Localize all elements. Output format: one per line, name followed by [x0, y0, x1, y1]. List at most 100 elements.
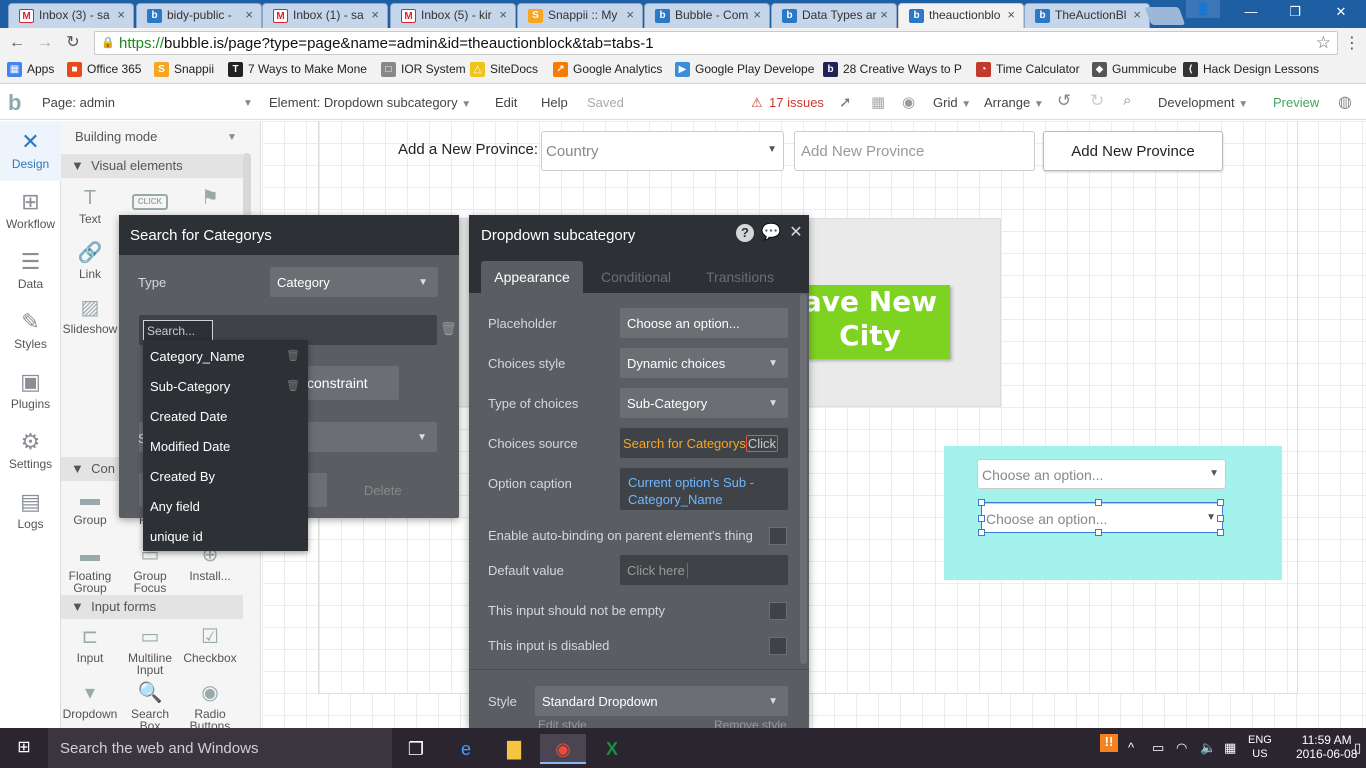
add-province-button[interactable]: Add New Province [1043, 131, 1223, 171]
element-tile[interactable]: ▬ Floating Group [61, 538, 119, 594]
element-selector[interactable]: Element: Dropdown subcategory ▼ [269, 95, 471, 110]
bookmark-item[interactable]: □ IOR System [381, 62, 466, 77]
default-value-input[interactable]: Click here [620, 555, 788, 585]
help-icon[interactable]: ? [736, 224, 754, 242]
field-option[interactable]: Any field [150, 491, 300, 521]
tab-appearance[interactable]: Appearance [481, 261, 583, 293]
country-dropdown[interactable]: Country ▼ [541, 131, 784, 171]
choices-source-expression[interactable]: Search for Categorys Click [620, 428, 788, 458]
bookmark-item[interactable]: T 7 Ways to Make Mone [228, 62, 367, 77]
bookmark-item[interactable]: ⟨ Hack Design Lessons [1183, 62, 1319, 77]
option-caption-expression[interactable]: Current option's Sub - Category_Name [620, 468, 788, 510]
element-tile[interactable]: ⊏ Input [61, 620, 119, 676]
visual-elements-section[interactable]: ▼ Visual elements [61, 154, 243, 178]
tab-transitions[interactable]: Transitions [697, 261, 783, 293]
edit-menu[interactable]: Edit [495, 95, 517, 110]
close-window-button[interactable]: ✕ [1318, 0, 1364, 24]
bookmark-item[interactable]: ◔ Time Calculator [976, 62, 1080, 77]
windows-start-icon[interactable]: ⊞ [0, 728, 48, 768]
resize-handle[interactable] [978, 529, 985, 536]
tab-workflow[interactable]: ⊞ Workflow [0, 181, 61, 241]
remove-style-link[interactable]: Remove style [714, 718, 787, 728]
issues-link[interactable]: 17 issues [769, 95, 824, 110]
province-input[interactable]: Add New Province [794, 131, 1035, 171]
bookmark-star-icon[interactable]: ☆ [1316, 33, 1331, 53]
clock[interactable]: 11:59 AM 2016-06-08 [1296, 733, 1357, 761]
element-tile[interactable]: ▭ Multiline Input [121, 620, 179, 676]
browser-tab[interactable]: b TheAuctionBl × [1024, 3, 1150, 28]
help-menu[interactable]: Help [541, 95, 568, 110]
file-explorer-icon[interactable]: ▇ [491, 734, 537, 764]
browser-menu-icon[interactable]: ⋮ [1344, 33, 1360, 53]
placeholder-input[interactable]: Choose an option... [620, 308, 788, 338]
choices-source-click[interactable]: Click [745, 435, 779, 452]
action-center-icon[interactable]: ▯ [1354, 740, 1361, 756]
delete-button[interactable]: Delete [364, 483, 402, 498]
bookmark-item[interactable]: ◆ Gummicube [1092, 62, 1177, 77]
windows-search-box[interactable]: Search the web and Windows [48, 728, 392, 768]
trash-icon[interactable]: 🗑 [286, 349, 300, 362]
arrange-menu[interactable]: Arrange ▼ [984, 95, 1044, 110]
eye-icon[interactable]: ◉ [902, 93, 915, 111]
browser-tab[interactable]: b Bubble - Com × [644, 3, 770, 28]
choices-style-select[interactable]: Dynamic choices ▼ [620, 348, 788, 378]
resize-handle[interactable] [1217, 499, 1224, 506]
resize-handle[interactable] [1217, 529, 1224, 536]
field-option[interactable]: Created Date [150, 401, 300, 431]
reload-icon[interactable]: ↻ [62, 33, 84, 53]
redo-icon[interactable]: ↻ [1090, 91, 1104, 111]
tab-logs[interactable]: ▤ Logs [0, 481, 61, 541]
tab-plugins[interactable]: ▣ Plugins [0, 361, 61, 421]
url-input[interactable]: 🔒 https://bubble.is/page?type=page&name=… [94, 31, 1338, 55]
bookmark-item[interactable]: ▦ Apps [7, 62, 54, 77]
type-of-choices-select[interactable]: Sub-Category ▼ [620, 388, 788, 418]
close-tab-icon[interactable]: × [626, 7, 634, 22]
back-icon[interactable]: ← [6, 33, 28, 53]
bubble-logo-icon[interactable]: b [8, 90, 28, 115]
edit-style-link[interactable]: Edit style [538, 718, 587, 728]
not-empty-checkbox[interactable] [769, 602, 787, 620]
save-city-button[interactable]: ave New City [790, 285, 950, 359]
edge-icon[interactable]: e [443, 734, 489, 764]
panel-scrollbar[interactable] [800, 294, 807, 664]
browser-tab[interactable]: b Data Types ar × [771, 3, 897, 28]
close-tab-icon[interactable]: × [1007, 7, 1015, 22]
version-selector[interactable]: Development ▼ [1158, 95, 1248, 110]
element-tile[interactable]: ☑ Checkbox [181, 620, 239, 676]
browser-tab[interactable]: b theauctionblo × [898, 3, 1024, 28]
trash-icon[interactable]: 🗑 [286, 379, 300, 392]
field-option[interactable]: unique id [150, 521, 300, 551]
browser-tab[interactable]: b bidy-public - × [136, 3, 262, 28]
close-tab-icon[interactable]: × [753, 7, 761, 22]
bookmark-item[interactable]: ■ Office 365 [67, 62, 141, 77]
mode-selector[interactable]: Building mode ▼ [61, 121, 243, 153]
close-tab-icon[interactable]: × [499, 7, 507, 22]
bookmark-item[interactable]: ↗ Google Analytics [553, 62, 662, 77]
input-forms-section[interactable]: ▼ Input forms [61, 595, 243, 619]
close-tab-icon[interactable]: × [1133, 7, 1141, 22]
profile-icon[interactable]: 👤 [1186, 0, 1220, 18]
resize-handle[interactable] [1217, 515, 1224, 522]
close-tab-icon[interactable]: × [117, 7, 125, 22]
language-indicator[interactable]: ENG US [1248, 733, 1272, 761]
element-tile[interactable]: 🔗 Link [61, 236, 119, 292]
style-select[interactable]: Standard Dropdown ▼ [535, 686, 788, 716]
browser-tab[interactable]: M Inbox (5) - kir × [390, 3, 516, 28]
page-selector[interactable]: Page: admin [42, 95, 115, 110]
notification-app-icon[interactable]: !! [1100, 734, 1118, 752]
battery-icon[interactable]: ▭ [1152, 740, 1164, 756]
tab-styles[interactable]: ✎ Styles [0, 301, 61, 361]
preview-button[interactable]: Preview [1273, 95, 1319, 110]
bookmark-item[interactable]: △ SiteDocs [470, 62, 538, 77]
minimize-button[interactable]: — [1228, 0, 1274, 24]
chrome-icon[interactable]: ◉ [540, 734, 586, 764]
field-search-input[interactable]: Search... [143, 320, 213, 342]
chevron-up-icon[interactable]: ^ [1128, 740, 1134, 755]
undo-icon[interactable]: ↺ [1057, 91, 1071, 111]
maximize-button[interactable]: ❐ [1272, 0, 1318, 24]
excel-icon[interactable]: X [589, 734, 635, 764]
element-tile[interactable]: ▾ Dropdown [61, 676, 119, 732]
forward-icon[interactable]: → [34, 33, 56, 53]
pointer-icon[interactable]: ➚ [839, 93, 852, 111]
choices-source-value[interactable]: Search for Categorys [623, 436, 746, 451]
